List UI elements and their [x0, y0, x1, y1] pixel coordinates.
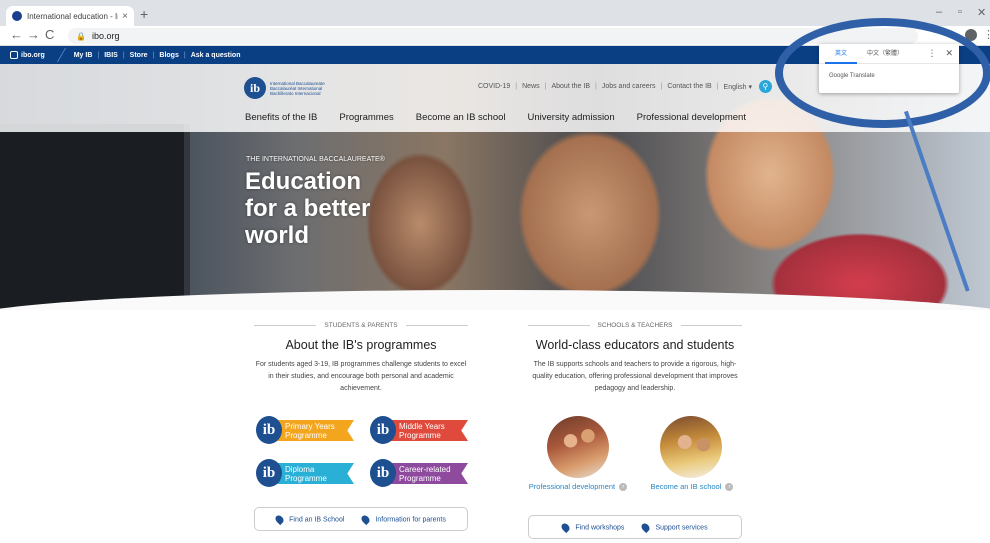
- ib-favicon-icon: [12, 11, 22, 21]
- students-section: STUDENTS & PARENTS About the IB's progra…: [254, 322, 469, 395]
- schools-section: SCHOOLS & TEACHERS World-class educators…: [528, 322, 743, 395]
- forward-button[interactable]: →: [27, 27, 40, 42]
- find-school-link[interactable]: Find an IB School: [273, 513, 344, 525]
- ib-logo-icon: ib: [370, 416, 396, 444]
- ibo-home-link[interactable]: ibo.org: [10, 51, 45, 59]
- professional-development-photo[interactable]: [547, 416, 609, 478]
- pyp-button[interactable]: ib Primary Years Programme: [256, 416, 356, 444]
- dp-button[interactable]: ib Diploma Programme: [256, 459, 356, 487]
- ib-logo-icon: ib: [370, 459, 396, 487]
- new-tab-button[interactable]: +: [140, 6, 148, 22]
- language-selector[interactable]: English ▾: [724, 83, 752, 91]
- schools-links: Find workshops Support services: [528, 515, 742, 539]
- tab-close-icon[interactable]: ×: [122, 11, 128, 22]
- support-services-link[interactable]: Support services: [640, 521, 708, 533]
- cp-button[interactable]: ib Career-related Programme: [370, 459, 470, 487]
- nav-professional-development[interactable]: Professional development: [637, 112, 746, 123]
- professional-development-link[interactable]: Professional development ›: [528, 482, 628, 492]
- nav-programmes[interactable]: Programmes: [339, 112, 393, 123]
- covid-link[interactable]: COVID-19: [478, 83, 510, 90]
- ib-logo[interactable]: ib International Baccalaureate Baccalaur…: [244, 77, 340, 99]
- students-body: For students aged 3-19, IB programmes ch…: [255, 361, 467, 392]
- top-links: COVID-19 | News | About the IB | Jobs and c…: [478, 80, 772, 93]
- students-links: Find an IB School Information for parent…: [254, 507, 468, 531]
- arrow-circle-icon: ›: [725, 483, 734, 492]
- tab-title: International education - Inter: [27, 11, 118, 21]
- ib-logo-icon: ib: [244, 77, 266, 99]
- nav-university[interactable]: University admission: [528, 112, 615, 123]
- about-link[interactable]: About the IB: [551, 83, 590, 90]
- annotation-circle: [775, 18, 990, 128]
- ibis-link[interactable]: IBIS: [104, 52, 118, 59]
- logo-text-es: Bachillerato Internacional: [270, 90, 321, 96]
- close-window-button[interactable]: ✕: [977, 6, 986, 19]
- address-bar[interactable]: 🔒 ibo.org: [68, 28, 918, 44]
- main-nav: Benefits of the IB Programmes Become an …: [245, 112, 768, 123]
- parents-info-link[interactable]: Information for parents: [360, 513, 446, 525]
- location-pin-icon: [560, 521, 572, 533]
- search-icon[interactable]: ⚲: [758, 80, 772, 93]
- browser-menu-icon[interactable]: ⋮: [983, 28, 990, 41]
- arrow-circle-icon: ›: [619, 483, 628, 492]
- store-link[interactable]: Store: [130, 52, 148, 59]
- my-ib-link[interactable]: My IB: [74, 52, 93, 59]
- nav-benefits[interactable]: Benefits of the IB: [245, 112, 317, 123]
- ask-question-link[interactable]: Ask a question: [191, 52, 241, 59]
- myp-button[interactable]: ib Middle Years Programme: [370, 416, 470, 444]
- minimize-button[interactable]: –: [936, 6, 942, 18]
- reload-button[interactable]: C: [45, 27, 54, 42]
- contact-link[interactable]: Contact the IB: [667, 83, 711, 90]
- hero-kicker: THE INTERNATIONAL BACCALAUREATE®: [246, 156, 385, 163]
- hero-photo-monitor: [0, 124, 190, 310]
- schools-body: The IB supports schools and teachers to …: [532, 361, 738, 392]
- restore-button[interactable]: ▫: [958, 6, 962, 18]
- students-heading: About the IB's programmes: [285, 338, 437, 352]
- ib-logo-icon: ib: [256, 416, 282, 444]
- location-pin-icon: [273, 513, 286, 525]
- back-button[interactable]: ←: [10, 27, 23, 42]
- ib-logo-icon: ib: [256, 459, 282, 487]
- schools-eyebrow: SCHOOLS & TEACHERS: [597, 322, 673, 329]
- hero-title: Education for a better world: [245, 168, 371, 249]
- become-school-link[interactable]: Become an IB school ›: [640, 482, 744, 492]
- url-text: ibo.org: [91, 31, 120, 41]
- blogs-link[interactable]: Blogs: [159, 52, 178, 59]
- schools-heading: World-class educators and students: [535, 338, 735, 352]
- browser-tab[interactable]: International education - Inter ×: [6, 6, 134, 26]
- jobs-link[interactable]: Jobs and careers: [602, 83, 656, 90]
- location-pin-icon: [640, 521, 652, 533]
- nav-become-school[interactable]: Become an IB school: [416, 112, 506, 123]
- lock-icon: 🔒: [76, 31, 86, 41]
- students-eyebrow: STUDENTS & PARENTS: [324, 322, 398, 329]
- news-link[interactable]: News: [522, 83, 540, 90]
- ibo-logo-icon: [10, 51, 18, 59]
- find-workshops-link[interactable]: Find workshops: [560, 521, 624, 533]
- divider: [56, 48, 66, 62]
- location-pin-icon: [360, 513, 372, 525]
- become-school-photo[interactable]: [660, 416, 722, 478]
